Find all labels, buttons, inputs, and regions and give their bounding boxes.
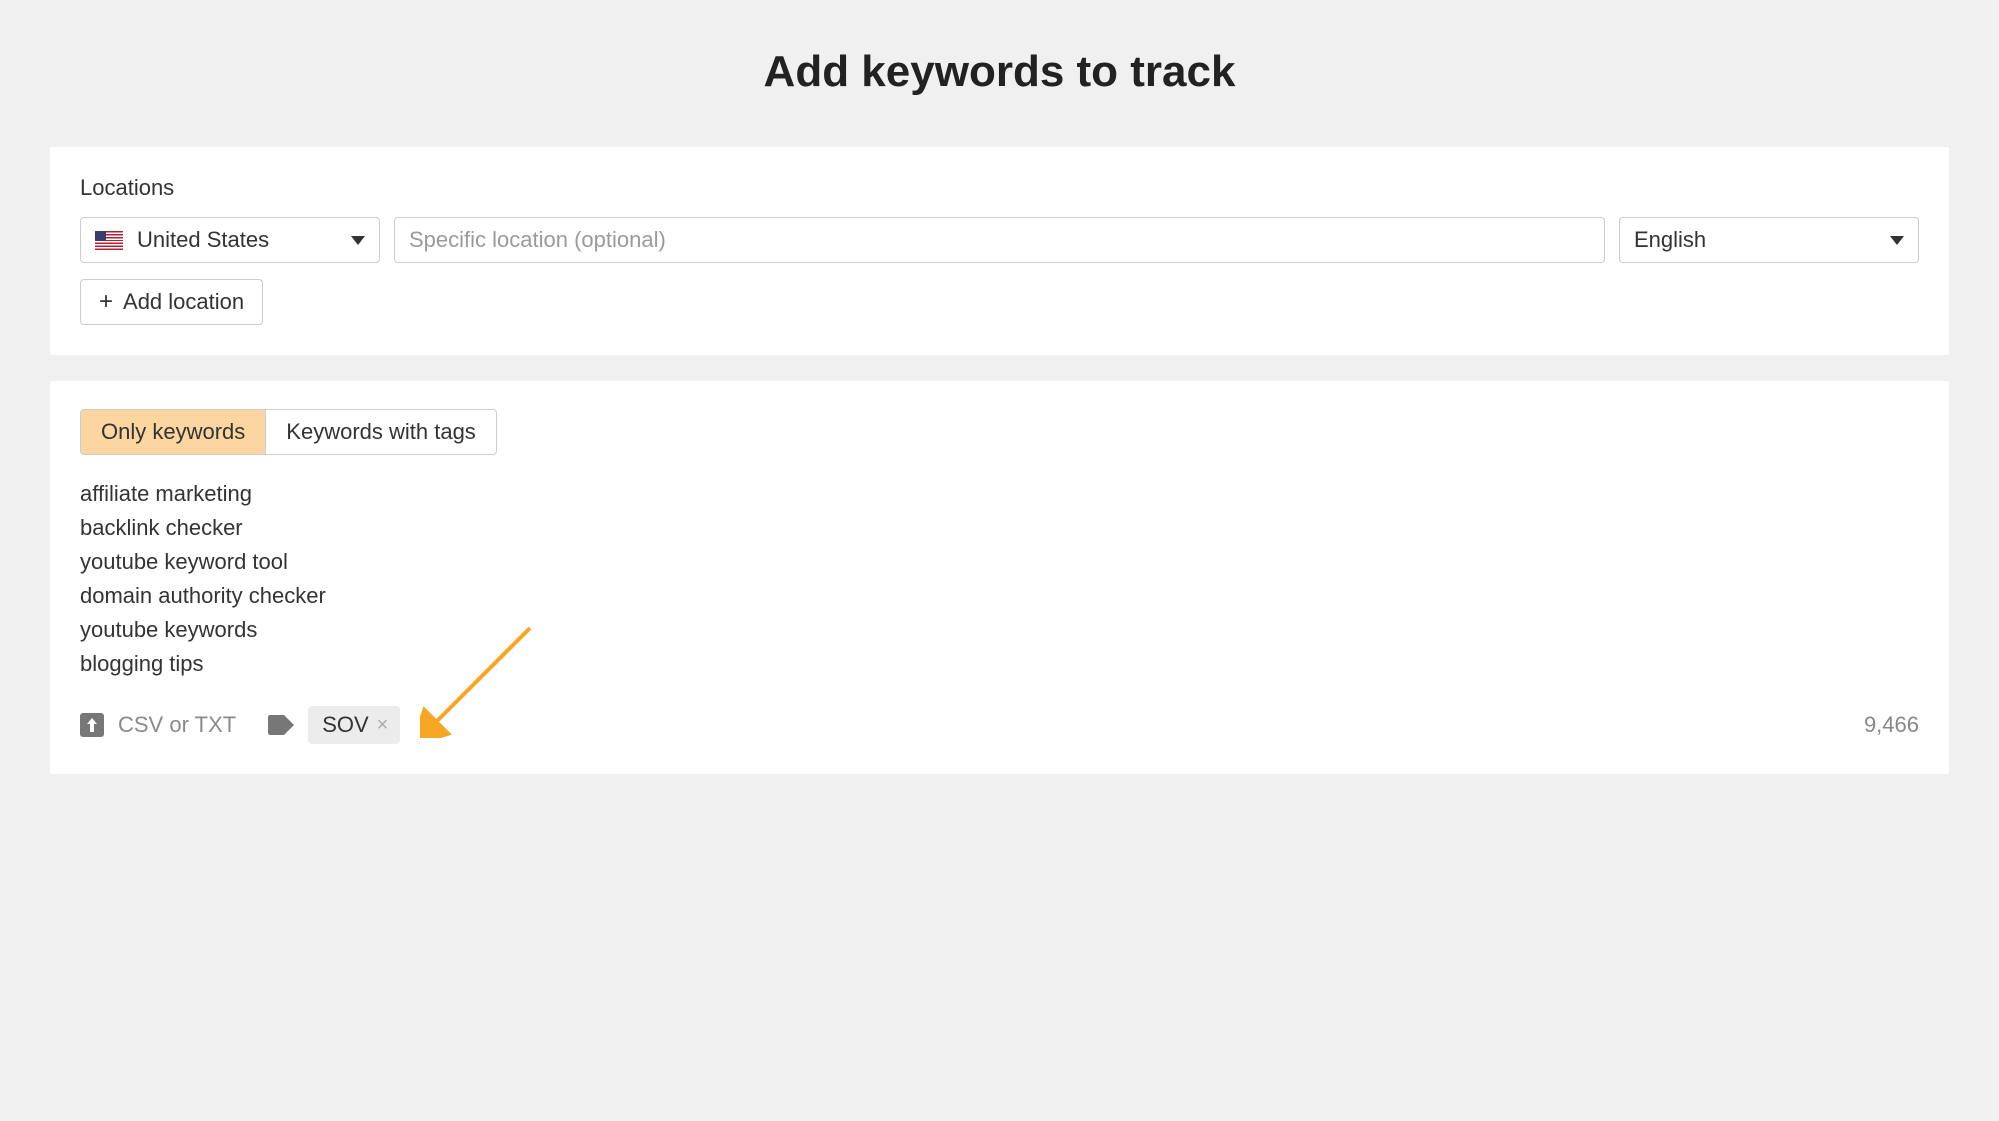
keywords-footer: CSV or TXT SOV × 9,466: [80, 706, 1919, 744]
flag-us-icon: [95, 231, 123, 250]
keyword-line: youtube keyword tool: [80, 545, 1919, 578]
add-location-button[interactable]: + Add location: [80, 279, 263, 325]
keyword-line: backlink checker: [80, 511, 1919, 544]
keyword-line: affiliate marketing: [80, 477, 1919, 510]
keywords-textarea[interactable]: affiliate marketing backlink checker you…: [80, 477, 1919, 680]
chevron-down-icon: [1890, 236, 1904, 245]
keyword-line: blogging tips: [80, 647, 1919, 680]
country-select[interactable]: United States: [80, 217, 380, 263]
locations-row: United States English: [80, 217, 1919, 263]
keyword-line: youtube keywords: [80, 613, 1919, 646]
close-icon[interactable]: ×: [377, 715, 389, 735]
locations-label: Locations: [80, 175, 1919, 201]
language-selected-label: English: [1634, 227, 1706, 253]
keywords-tab-group: Only keywords Keywords with tags: [80, 409, 497, 455]
upload-label[interactable]: CSV or TXT: [118, 712, 236, 738]
tab-keywords-with-tags[interactable]: Keywords with tags: [265, 410, 496, 454]
tag-icon[interactable]: [268, 715, 294, 735]
add-location-label: Add location: [123, 289, 244, 315]
upload-icon[interactable]: [80, 713, 104, 737]
tab-only-keywords[interactable]: Only keywords: [81, 410, 265, 454]
keyword-line: domain authority checker: [80, 579, 1919, 612]
keyword-count: 9,466: [1864, 712, 1919, 738]
language-select[interactable]: English: [1619, 217, 1919, 263]
page-title: Add keywords to track: [0, 0, 1999, 147]
chevron-down-icon: [351, 236, 365, 245]
specific-location-field[interactable]: [409, 227, 1590, 253]
plus-icon: +: [99, 290, 113, 314]
specific-location-input[interactable]: [394, 217, 1605, 263]
country-selected-label: United States: [137, 227, 269, 253]
locations-card: Locations United States English + Add lo…: [50, 147, 1949, 355]
tag-chip[interactable]: SOV ×: [308, 706, 400, 744]
tag-chip-label: SOV: [322, 712, 368, 738]
keywords-card: Only keywords Keywords with tags affilia…: [50, 381, 1949, 774]
